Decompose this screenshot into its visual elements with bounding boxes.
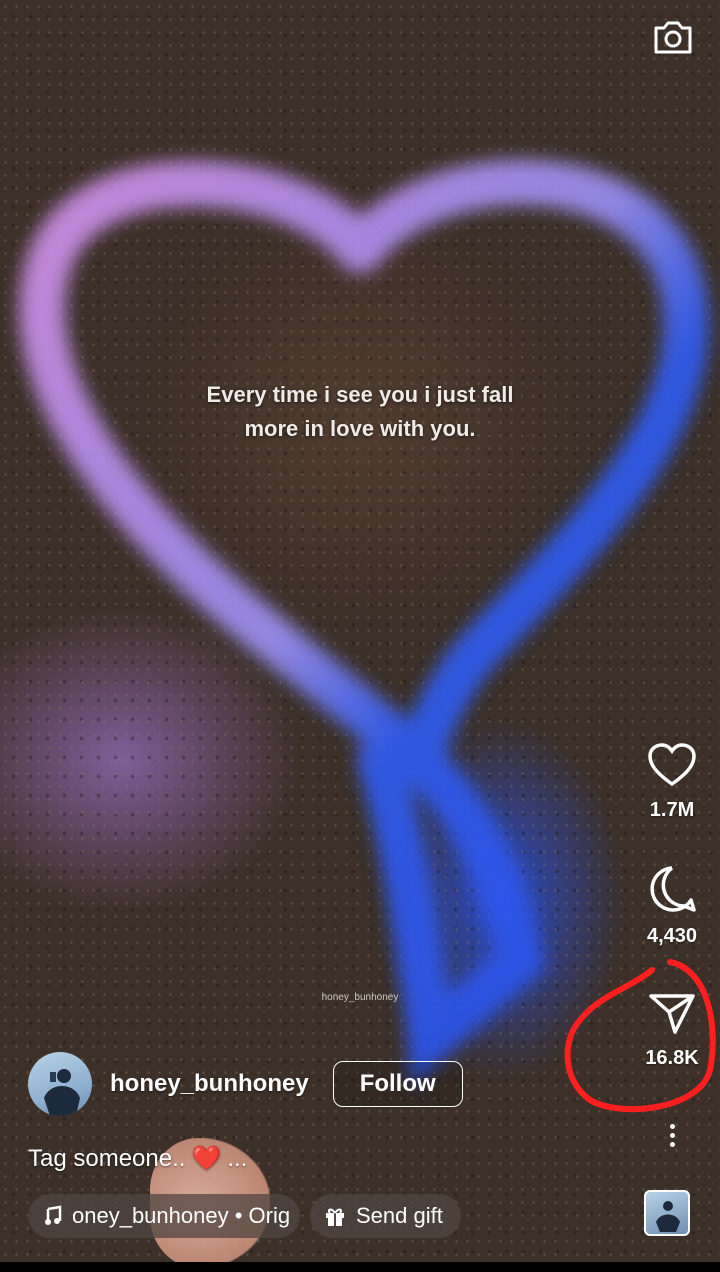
red-circle-annotation: [564, 959, 716, 1113]
camera-button[interactable]: [650, 14, 696, 60]
caption[interactable]: Tag someone.. ❤️ ...: [28, 1144, 247, 1173]
bottom-pills: oney_bunhoney • Orig Send gift: [28, 1194, 461, 1238]
audio-label: oney_bunhoney • Orig: [72, 1203, 291, 1228]
gift-icon: [324, 1205, 346, 1227]
audio-thumbnail-button[interactable]: [644, 1190, 690, 1236]
music-note-icon: [42, 1205, 62, 1227]
like-button[interactable]: 1.7M: [644, 742, 700, 822]
heart-icon: [648, 743, 696, 787]
author-username[interactable]: honey_bunhoney: [110, 1070, 309, 1098]
like-count: 1.7M: [649, 799, 695, 821]
gift-label: Send gift: [356, 1203, 443, 1228]
follow-button[interactable]: Follow: [332, 1061, 463, 1107]
caption-more[interactable]: ...: [227, 1145, 247, 1173]
heart-emoji: ❤️: [191, 1145, 222, 1172]
more-icon: [662, 1124, 682, 1147]
avatar-figure-icon: [656, 1201, 680, 1232]
watermark: honey_bunhoney: [321, 992, 399, 1003]
send-gift-pill[interactable]: Send gift: [310, 1194, 461, 1238]
avatar-figure-icon: [44, 1069, 80, 1116]
audio-pill[interactable]: oney_bunhoney • Orig: [28, 1194, 300, 1238]
camera-icon: [654, 21, 692, 54]
more-options-button[interactable]: [662, 1120, 682, 1150]
overlay-text: Every time i see you i just fall more in…: [206, 382, 514, 441]
author-row: honey_bunhoney Follow: [28, 1052, 463, 1116]
caption-text: Tag someone..: [28, 1144, 186, 1172]
comment-button[interactable]: 4,430: [644, 864, 700, 948]
comment-icon: [650, 866, 696, 912]
avatar[interactable]: [28, 1052, 92, 1116]
comment-count: 4,430: [646, 925, 698, 947]
bottom-edge: [0, 1262, 720, 1272]
